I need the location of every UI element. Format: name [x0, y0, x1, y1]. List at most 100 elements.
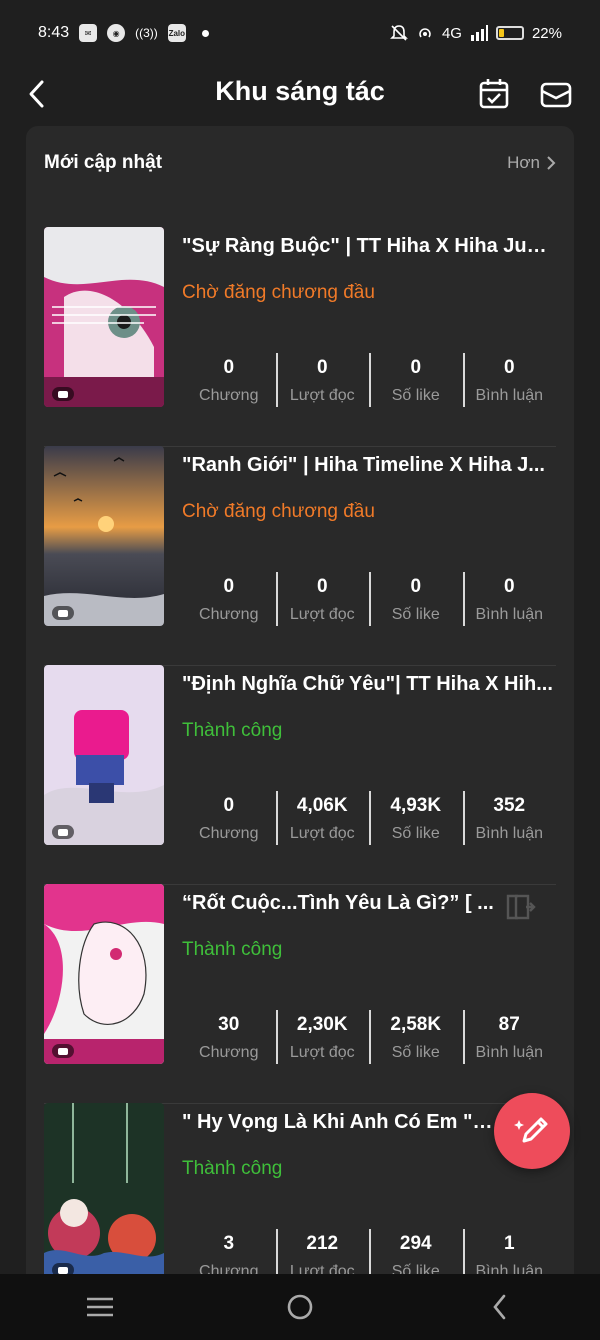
stat-label: Chương — [199, 825, 259, 842]
stat-value: 3 — [223, 1233, 235, 1254]
status-time: 8:43 — [38, 24, 70, 41]
stat-chapters: 0 Chương — [182, 353, 276, 407]
stat-value: 4,93K — [390, 795, 442, 816]
stat-label: Số like — [391, 387, 440, 404]
stat-label: Lượt đọc — [289, 825, 355, 842]
stat-value: 30 — [218, 1014, 240, 1035]
story-status: Thành công — [182, 1158, 283, 1179]
calendar-button[interactable] — [476, 76, 512, 112]
stat-comments: 0 Bình luận — [462, 572, 557, 626]
battery-icon — [495, 26, 524, 40]
stat-value: 0 — [503, 357, 515, 378]
stat-value: 0 — [316, 576, 328, 597]
story-title: " Hy Vọng Là Khi Anh Có Em " | ... — [182, 1111, 498, 1133]
story-stats: 0 Chương 4,06K Lượt đọc 4,93K Số like 352 Bì… — [182, 791, 556, 845]
stat-label: Số like — [391, 1044, 440, 1061]
story-title: "Định Nghĩa Chữ Yêu"| TT Hiha X Hih... — [182, 673, 553, 695]
story-cover — [44, 1103, 164, 1283]
stat-value: 2,30K — [296, 1014, 348, 1035]
stat-label: Số like — [391, 825, 440, 842]
stat-value: 0 — [316, 357, 328, 378]
story-item[interactable]: "Sự Ràng Buộc" | TT Hiha X Hiha Jud... C… — [44, 227, 556, 447]
menu-icon — [87, 1297, 113, 1317]
comment-badge-icon — [52, 387, 74, 401]
stat-value: 0 — [223, 357, 235, 378]
home-circle-icon — [287, 1294, 313, 1320]
mute-icon — [390, 25, 408, 41]
signal-bars-icon — [470, 25, 488, 41]
stat-likes: 4,93K Số like — [369, 791, 463, 845]
system-back-button[interactable] — [470, 1282, 530, 1332]
network-type: 4G — [441, 24, 462, 42]
stat-value: 4,06K — [296, 795, 348, 816]
stat-comments: 0 Bình luận — [462, 353, 557, 407]
stat-reads: 2,30K Lượt đọc — [275, 1010, 370, 1064]
story-cover — [44, 884, 164, 1064]
stat-label: Bình luận — [475, 1044, 544, 1061]
story-status: Thành công — [182, 939, 283, 960]
stat-comments: 352 Bình luận — [462, 791, 557, 845]
section-header: Mới cập nhật Hơn — [44, 152, 556, 174]
battery-percent: 22% — [531, 24, 562, 42]
mail-button[interactable] — [538, 76, 574, 112]
exit-icon[interactable] — [504, 892, 536, 922]
comment-badge-icon — [52, 606, 74, 620]
story-status: Thành công — [182, 720, 283, 741]
story-item[interactable]: “Rốt Cuộc...Tình Yêu Là Gì?” [ ... Thành… — [44, 884, 556, 1104]
more-link[interactable]: Hơn — [507, 153, 556, 173]
comment-badge-icon — [52, 1044, 74, 1058]
hotspot-icon — [419, 28, 431, 38]
mail-icon — [540, 82, 572, 108]
story-title: "Sự Ràng Buộc" | TT Hiha X Hiha Jud... — [182, 235, 554, 257]
story-item[interactable]: "Định Nghĩa Chữ Yêu"| TT Hiha X Hih... T… — [44, 665, 556, 885]
system-nav-bar — [0, 1274, 600, 1340]
stat-label: Chương — [199, 387, 259, 404]
stat-label: Bình luận — [475, 387, 544, 404]
pen-sparkle-icon — [514, 1117, 548, 1143]
story-cover — [44, 227, 164, 407]
stat-label: Bình luận — [475, 825, 544, 842]
stat-value: 0 — [410, 576, 422, 597]
zalo-icon: Zalo — [167, 24, 186, 42]
calendar-check-icon — [479, 79, 509, 109]
globe-icon: ◉ — [107, 24, 126, 42]
stat-chapters: 0 Chương — [182, 791, 276, 845]
stat-label: Lượt đọc — [289, 1044, 355, 1061]
content-panel: Mới cập nhật Hơn "Sự Ràng Buộc" | TT Hih… — [26, 126, 574, 1286]
comment-badge-icon — [52, 825, 74, 839]
stat-label: Chương — [199, 606, 259, 623]
stat-value: 212 — [306, 1233, 339, 1254]
stat-value: 0 — [223, 576, 235, 597]
stat-value: 1 — [503, 1233, 515, 1254]
story-cover — [44, 665, 164, 845]
stat-likes: 2,58K Số like — [369, 1010, 463, 1064]
stat-value: 0 — [223, 795, 235, 816]
story-item[interactable]: " Hy Vọng Là Khi Anh Có Em " | ... Thành… — [44, 1103, 556, 1286]
stat-value: 0 — [410, 357, 422, 378]
story-stats: 30 Chương 2,30K Lượt đọc 2,58K Số like 87 Bì… — [182, 1010, 556, 1064]
stat-reads: 4,06K Lượt đọc — [275, 791, 370, 845]
story-title: "Ranh Giới" | Hiha Timeline X Hiha J... — [182, 454, 545, 476]
app-header: Khu sáng tác — [0, 66, 600, 126]
stat-value: 87 — [498, 1014, 520, 1035]
stat-label: Lượt đọc — [289, 387, 355, 404]
story-cover — [44, 446, 164, 626]
stat-value: 294 — [399, 1233, 432, 1254]
story-item[interactable]: "Ranh Giới" | Hiha Timeline X Hiha J... … — [44, 446, 556, 666]
home-button[interactable] — [270, 1282, 330, 1332]
story-title: “Rốt Cuộc...Tình Yêu Là Gì?” [ ... — [182, 892, 494, 914]
section-title: Mới cập nhật — [44, 152, 163, 173]
dot-icon — [201, 29, 209, 37]
stat-value: 352 — [493, 795, 526, 816]
story-stats: 0 Chương 0 Lượt đọc 0 Số like 0 Bình luận — [182, 353, 556, 407]
story-status: Chờ đăng chương đầu — [182, 501, 375, 522]
stat-chapters: 30 Chương — [182, 1010, 276, 1064]
write-fab-button[interactable] — [494, 1093, 570, 1169]
signal-3-icon: ((3)) — [135, 26, 158, 40]
recent-apps-button[interactable] — [70, 1282, 130, 1332]
stat-chapters: 0 Chương — [182, 572, 276, 626]
stat-reads: 0 Lượt đọc — [275, 572, 370, 626]
stat-value: 2,58K — [390, 1014, 442, 1035]
stat-likes: 0 Số like — [369, 572, 463, 626]
chevron-right-icon — [547, 156, 556, 170]
